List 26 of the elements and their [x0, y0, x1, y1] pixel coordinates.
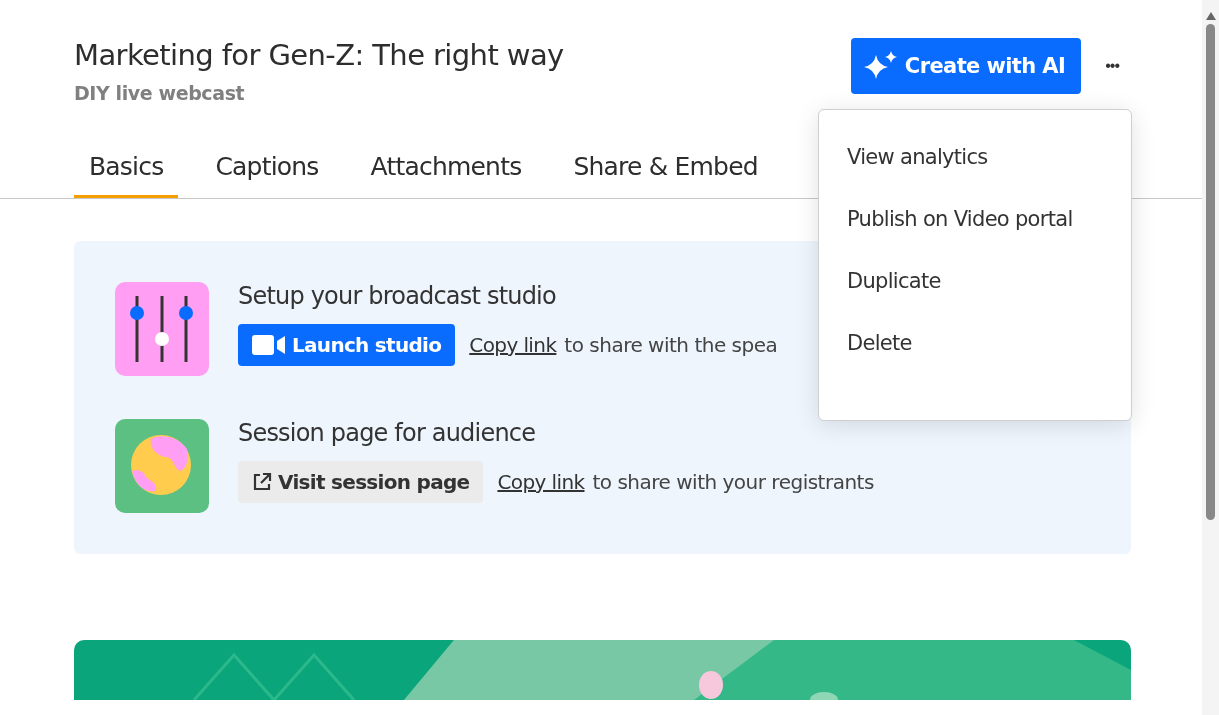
external-link-icon	[252, 472, 272, 492]
visit-session-page-button[interactable]: Visit session page	[238, 461, 484, 503]
copy-link[interactable]: Copy link	[497, 470, 585, 494]
more-button[interactable]: •••	[1105, 57, 1119, 75]
scroll-up-icon[interactable]	[1205, 12, 1216, 20]
menu-item[interactable]: View analytics	[819, 126, 1131, 188]
page-title: Marketing for Gen-Z: The right way	[74, 38, 564, 72]
tab[interactable]: Basics	[74, 152, 179, 198]
sliders-icon	[115, 282, 209, 376]
page-subtitle: DIY live webcast	[74, 82, 246, 104]
tab[interactable]: Captions	[200, 152, 334, 198]
copy-link[interactable]: Copy link	[469, 333, 557, 357]
section-title: Setup your broadcast studio	[238, 282, 557, 310]
section-title: Session page for audience	[238, 419, 537, 447]
link-hint: to share with the spea	[564, 333, 778, 357]
tab[interactable]: Share & Embed	[558, 152, 773, 198]
link-hint: to share with your registrants	[592, 470, 874, 494]
menu-item[interactable]: Duplicate	[819, 250, 1131, 312]
globe-icon	[115, 419, 209, 513]
video-camera-icon	[252, 335, 286, 355]
scrollbar[interactable]	[1202, 0, 1219, 715]
create-with-ai-button[interactable]: Create with AI	[850, 38, 1082, 94]
menu-item[interactable]: Publish on Video portal	[819, 188, 1131, 250]
launch-studio-button[interactable]: Launch studio	[238, 324, 456, 366]
menu-item[interactable]: Delete	[819, 312, 1131, 374]
tab[interactable]: Attachments	[355, 152, 537, 198]
